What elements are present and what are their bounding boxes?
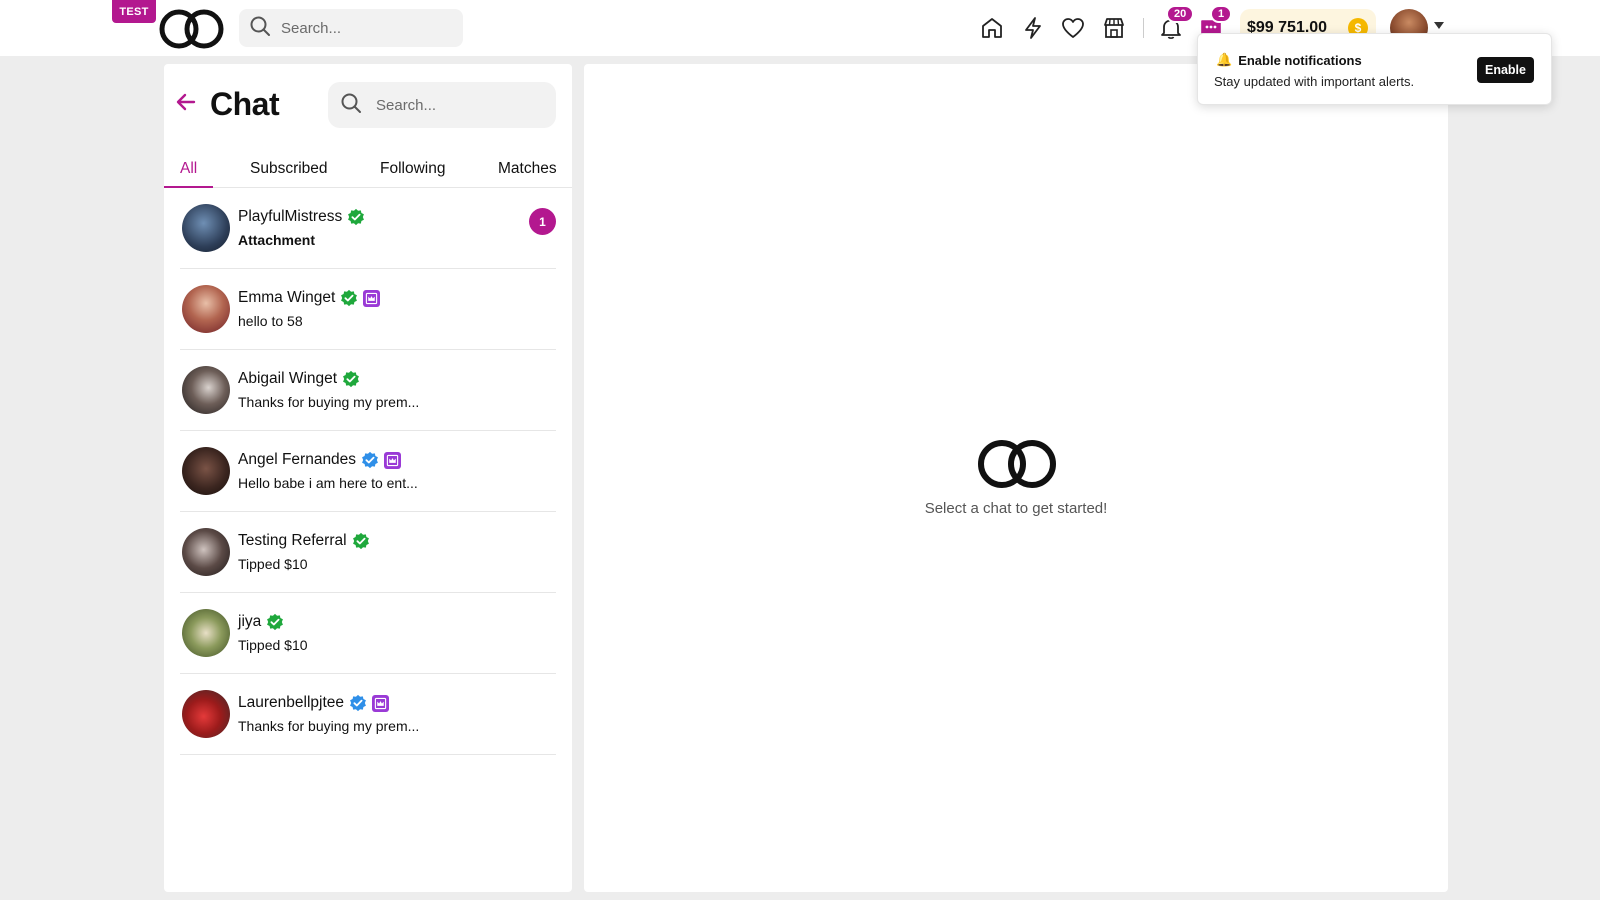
chat-search-input[interactable]: Search...: [328, 82, 556, 128]
last-message: Tipped $10: [238, 556, 308, 572]
tab-subscribed[interactable]: Subscribed: [250, 160, 328, 178]
avatar: [182, 528, 230, 576]
contact-name: Laurenbellpjtee: [238, 694, 345, 711]
premium-crown-icon: [363, 289, 381, 307]
unread-count-badge: 1: [529, 208, 556, 235]
conversation-panel: Select a chat to get started!: [584, 64, 1448, 892]
avatar: [182, 204, 230, 252]
heart-icon[interactable]: [1059, 14, 1087, 42]
verified-badge-icon: [350, 694, 366, 712]
contact-name: Emma Winget: [238, 289, 336, 306]
contact-name: PlayfulMistress: [238, 208, 343, 225]
contact-name: Angel Fernandes: [238, 451, 357, 468]
notification-popup-title: Enable notifications: [1238, 52, 1362, 68]
back-arrow-icon[interactable]: [174, 90, 198, 119]
notification-permission-popup: 🔔 Enable notifications Stay updated with…: [1197, 33, 1552, 105]
verified-badge-icon: [341, 289, 358, 307]
logo-icon[interactable]: [158, 8, 226, 55]
avatar: [182, 447, 230, 495]
notification-popup-body: Stay updated with important alerts.: [1214, 74, 1415, 89]
contact-name: Abigail Winget: [238, 370, 338, 387]
last-message: Thanks for buying my prem...: [238, 394, 420, 410]
avatar: [182, 285, 230, 333]
chevron-down-icon[interactable]: [1434, 22, 1444, 29]
nav-divider: [1143, 18, 1144, 38]
search-icon: [249, 15, 271, 42]
conversation-item[interactable]: Testing Referral Tipped $10: [180, 512, 556, 593]
conversation-item[interactable]: Abigail Winget Thanks for buying my prem…: [180, 350, 556, 431]
empty-state-text: Select a chat to get started!: [924, 500, 1108, 517]
logo-icon: [976, 438, 1058, 495]
global-search-input[interactable]: Search...: [239, 9, 463, 47]
tab-following[interactable]: Following: [380, 160, 445, 178]
global-search-placeholder: Search...: [281, 19, 342, 37]
contact-name: jiya: [238, 613, 262, 630]
chat-search-placeholder: Search...: [376, 96, 437, 114]
messages-count-badge: 1: [1210, 5, 1233, 23]
verified-badge-icon: [267, 613, 284, 631]
chat-list-panel: Chat Search... All Subscribed Following …: [164, 64, 572, 892]
lightning-icon[interactable]: [1019, 14, 1047, 42]
last-message: Thanks for buying my prem...: [238, 718, 420, 734]
last-message: Tipped $10: [238, 637, 308, 653]
avatar: [182, 366, 230, 414]
last-message: hello to 58: [238, 313, 303, 329]
conversation-item[interactable]: jiya Tipped $10: [180, 593, 556, 674]
verified-badge-icon: [348, 208, 365, 226]
conversation-item[interactable]: Emma Winget hello to 58: [180, 269, 556, 350]
verified-badge-icon: [362, 451, 378, 469]
store-icon[interactable]: [1100, 14, 1128, 42]
conversation-item[interactable]: Laurenbellpjtee Thanks for buying my pre…: [180, 674, 556, 755]
avatar: [182, 690, 230, 738]
bell-emoji-icon: 🔔: [1216, 52, 1233, 67]
avatar: [182, 609, 230, 657]
tab-all[interactable]: All: [180, 160, 197, 178]
premium-crown-icon: [384, 451, 402, 469]
verified-badge-icon: [343, 370, 359, 388]
contact-name: Testing Referral: [238, 532, 347, 549]
notifications-count-badge: 20: [1166, 5, 1195, 23]
last-message: Hello babe i am here to ent...: [238, 475, 418, 491]
home-icon[interactable]: [978, 14, 1006, 42]
page-title: Chat: [210, 86, 280, 122]
chat-filter-tabs: All Subscribed Following Matches: [164, 146, 572, 188]
search-icon: [340, 92, 362, 119]
premium-crown-icon: [372, 694, 390, 712]
conversation-item[interactable]: Angel Fernandes Hello babe i am here to …: [180, 431, 556, 512]
conversation-item[interactable]: PlayfulMistress Attachment 1: [180, 188, 556, 269]
enable-notifications-button[interactable]: Enable: [1477, 57, 1534, 83]
verified-badge-icon: [352, 532, 369, 550]
tab-matches[interactable]: Matches: [498, 160, 557, 178]
last-message: Attachment: [238, 232, 316, 248]
env-badge: TEST: [112, 0, 156, 23]
